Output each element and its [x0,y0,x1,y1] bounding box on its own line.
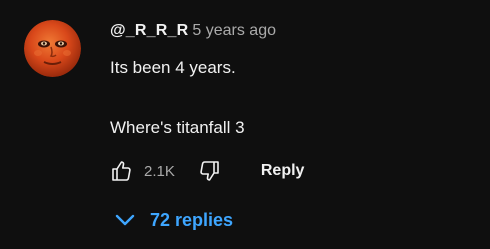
comment-thread: @_R_R_R 5 years ago Its been 4 years. Whe… [0,0,490,249]
comment-text-line-1: Its been 4 years. [110,58,236,77]
comment-text-line-2: Where's titanfall 3 [110,118,245,137]
like-count: 2.1K [144,162,175,180]
thumbs-down-icon [200,161,219,181]
avatar[interactable] [24,20,81,77]
avatar-image [24,20,81,77]
author-name[interactable]: @_R_R_R [110,22,188,39]
replies-count-label: 72 replies [150,209,234,230]
reply-button[interactable]: Reply [261,162,305,180]
comment-timestamp[interactable]: 5 years ago [192,22,276,39]
dislike-button[interactable] [197,158,223,184]
chevron-down-icon [115,214,135,226]
thumbs-up-icon [112,161,131,181]
like-button[interactable] [108,158,134,184]
view-replies-button[interactable]: 72 replies [114,207,233,233]
comment-actions: 2.1K Reply [108,157,304,185]
comment-header: @_R_R_R 5 years ago [110,20,276,42]
